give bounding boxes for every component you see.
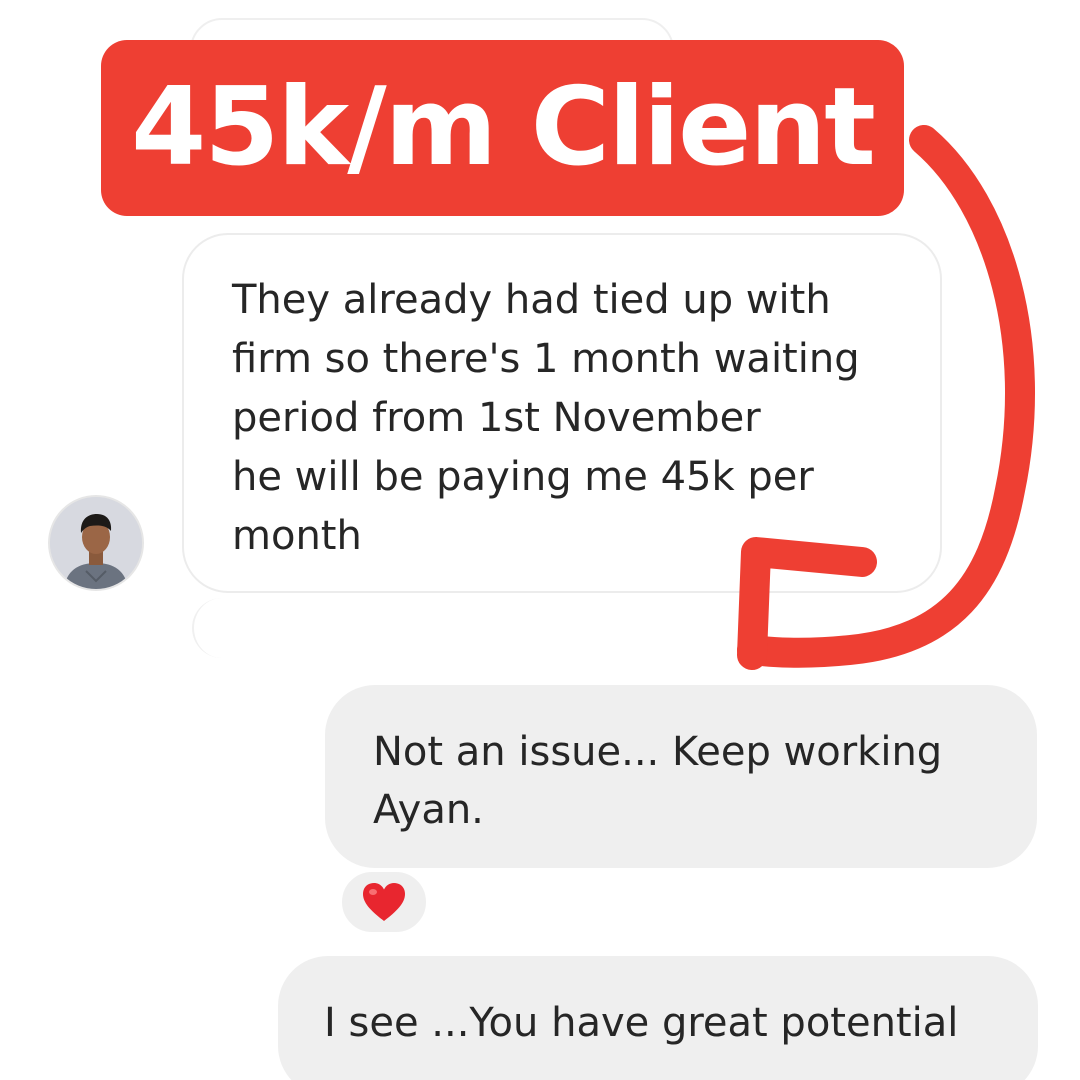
outgoing-message-text: Not an issue... Keep working Ayan. — [373, 729, 943, 833]
chat-screenshot: 45k/m Client They already had tied up wi… — [0, 0, 1080, 1080]
title-banner: 45k/m Client — [101, 40, 904, 216]
incoming-message-text: They already had tied up with firm so th… — [232, 277, 860, 559]
heart-icon — [363, 883, 405, 921]
user-avatar-photo-icon — [50, 497, 142, 589]
outgoing-message-bubble[interactable]: Not an issue... Keep working Ayan. — [325, 685, 1037, 868]
incoming-message-bubble[interactable]: They already had tied up with firm so th… — [182, 233, 942, 593]
outgoing-message-text: I see ...You have great potential — [324, 1000, 959, 1046]
sender-avatar[interactable] — [48, 495, 144, 591]
message-reaction[interactable] — [338, 868, 430, 936]
outgoing-message-bubble[interactable]: I see ...You have great potential — [278, 956, 1038, 1080]
banner-title: 45k/m Client — [131, 65, 876, 190]
next-message-bubble-edge — [192, 598, 284, 658]
